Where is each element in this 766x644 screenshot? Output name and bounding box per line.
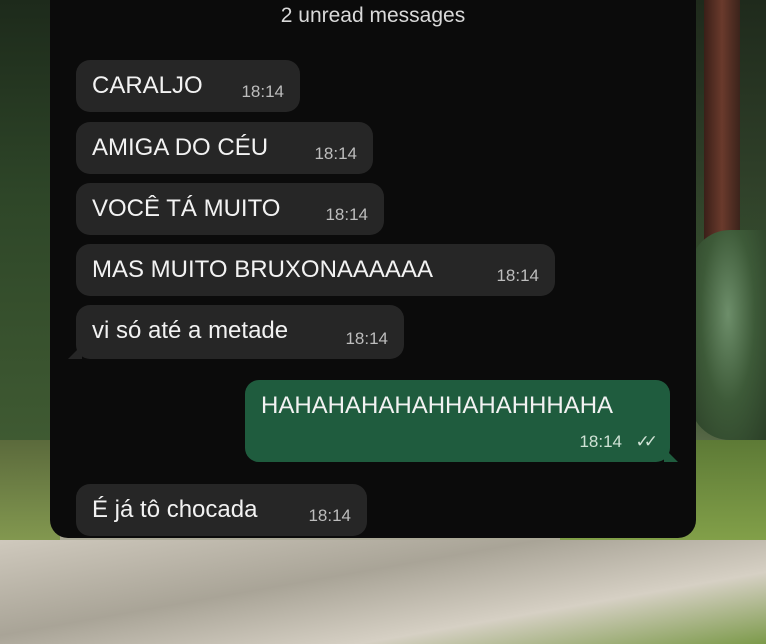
message-time: 18:14: [241, 82, 284, 101]
message-text: CARALJO: [92, 72, 203, 99]
message-text: vi só até a metade: [92, 317, 289, 344]
message-bubble-incoming[interactable]: VOCÊ TÁ MUITO 18:14: [76, 183, 384, 235]
message-bubble-incoming[interactable]: AMIGA DO CÉU 18:14: [76, 122, 373, 174]
dirt-path: [0, 540, 766, 644]
message-time: 18:14: [314, 144, 357, 163]
message-bubble-incoming[interactable]: É já tô chocada 18:14: [76, 484, 367, 536]
message-text: AMIGA DO CÉU: [92, 134, 269, 161]
tree-trunk: [704, 0, 740, 250]
foliage-right: [690, 230, 766, 440]
chat-panel: 2 unread messages CARALJO 18:14 AMIGA DO…: [50, 0, 696, 538]
message-time: 18:14: [325, 205, 368, 224]
message-text: HAHAHAHAHAHHAHAHHHAHA: [261, 392, 614, 419]
bubble-tail: [664, 448, 678, 462]
message-bubble-incoming[interactable]: vi só até a metade 18:14: [68, 305, 404, 359]
message-time: 18:14: [496, 266, 539, 285]
foliage-left: [0, 0, 56, 440]
message-bubble-incoming[interactable]: MAS MUITO BRUXONAAAAAA 18:14: [76, 244, 555, 296]
message-text: VOCÊ TÁ MUITO: [92, 195, 281, 222]
message-bubble-outgoing[interactable]: HAHAHAHAHAHHAHAHHHAHA 18:14 ✓✓: [245, 380, 678, 462]
message-text: MAS MUITO BRUXONAAAAAA: [92, 256, 433, 283]
message-bubble-incoming[interactable]: CARALJO 18:14: [76, 60, 300, 112]
message-time: 18:14: [579, 432, 622, 451]
bubble-tail: [68, 345, 82, 359]
message-text: É já tô chocada: [92, 496, 258, 523]
double-check-icon: ✓✓: [635, 432, 658, 451]
message-time: 18:14: [345, 329, 388, 348]
unread-messages-banner: 2 unread messages: [280, 4, 466, 27]
message-time: 18:14: [308, 506, 351, 525]
